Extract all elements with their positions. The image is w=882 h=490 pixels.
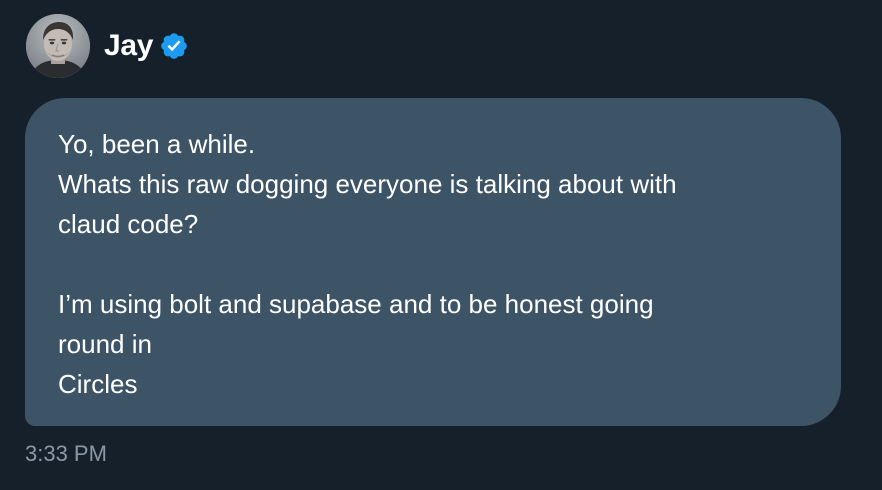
message-timestamp: 3:33 PM xyxy=(25,441,107,466)
avatar[interactable] xyxy=(26,14,90,78)
message-line: claud code? xyxy=(58,209,199,239)
avatar-photo xyxy=(26,14,90,78)
verified-badge-icon xyxy=(159,31,189,61)
message-bubble[interactable]: Yo, been a while. Whats this raw dogging… xyxy=(25,98,841,426)
message-line: Circles xyxy=(58,369,138,399)
message-line: Whats this raw dogging everyone is talki… xyxy=(58,169,677,199)
message-line: round in xyxy=(58,329,152,359)
message-line: I’m using bolt and supabase and to be ho… xyxy=(58,289,654,319)
sender-name[interactable]: Jay xyxy=(104,31,153,61)
message-line-blank xyxy=(58,244,811,284)
message-sender: Jay xyxy=(26,14,189,78)
message-line: Yo, been a while. xyxy=(58,129,256,159)
